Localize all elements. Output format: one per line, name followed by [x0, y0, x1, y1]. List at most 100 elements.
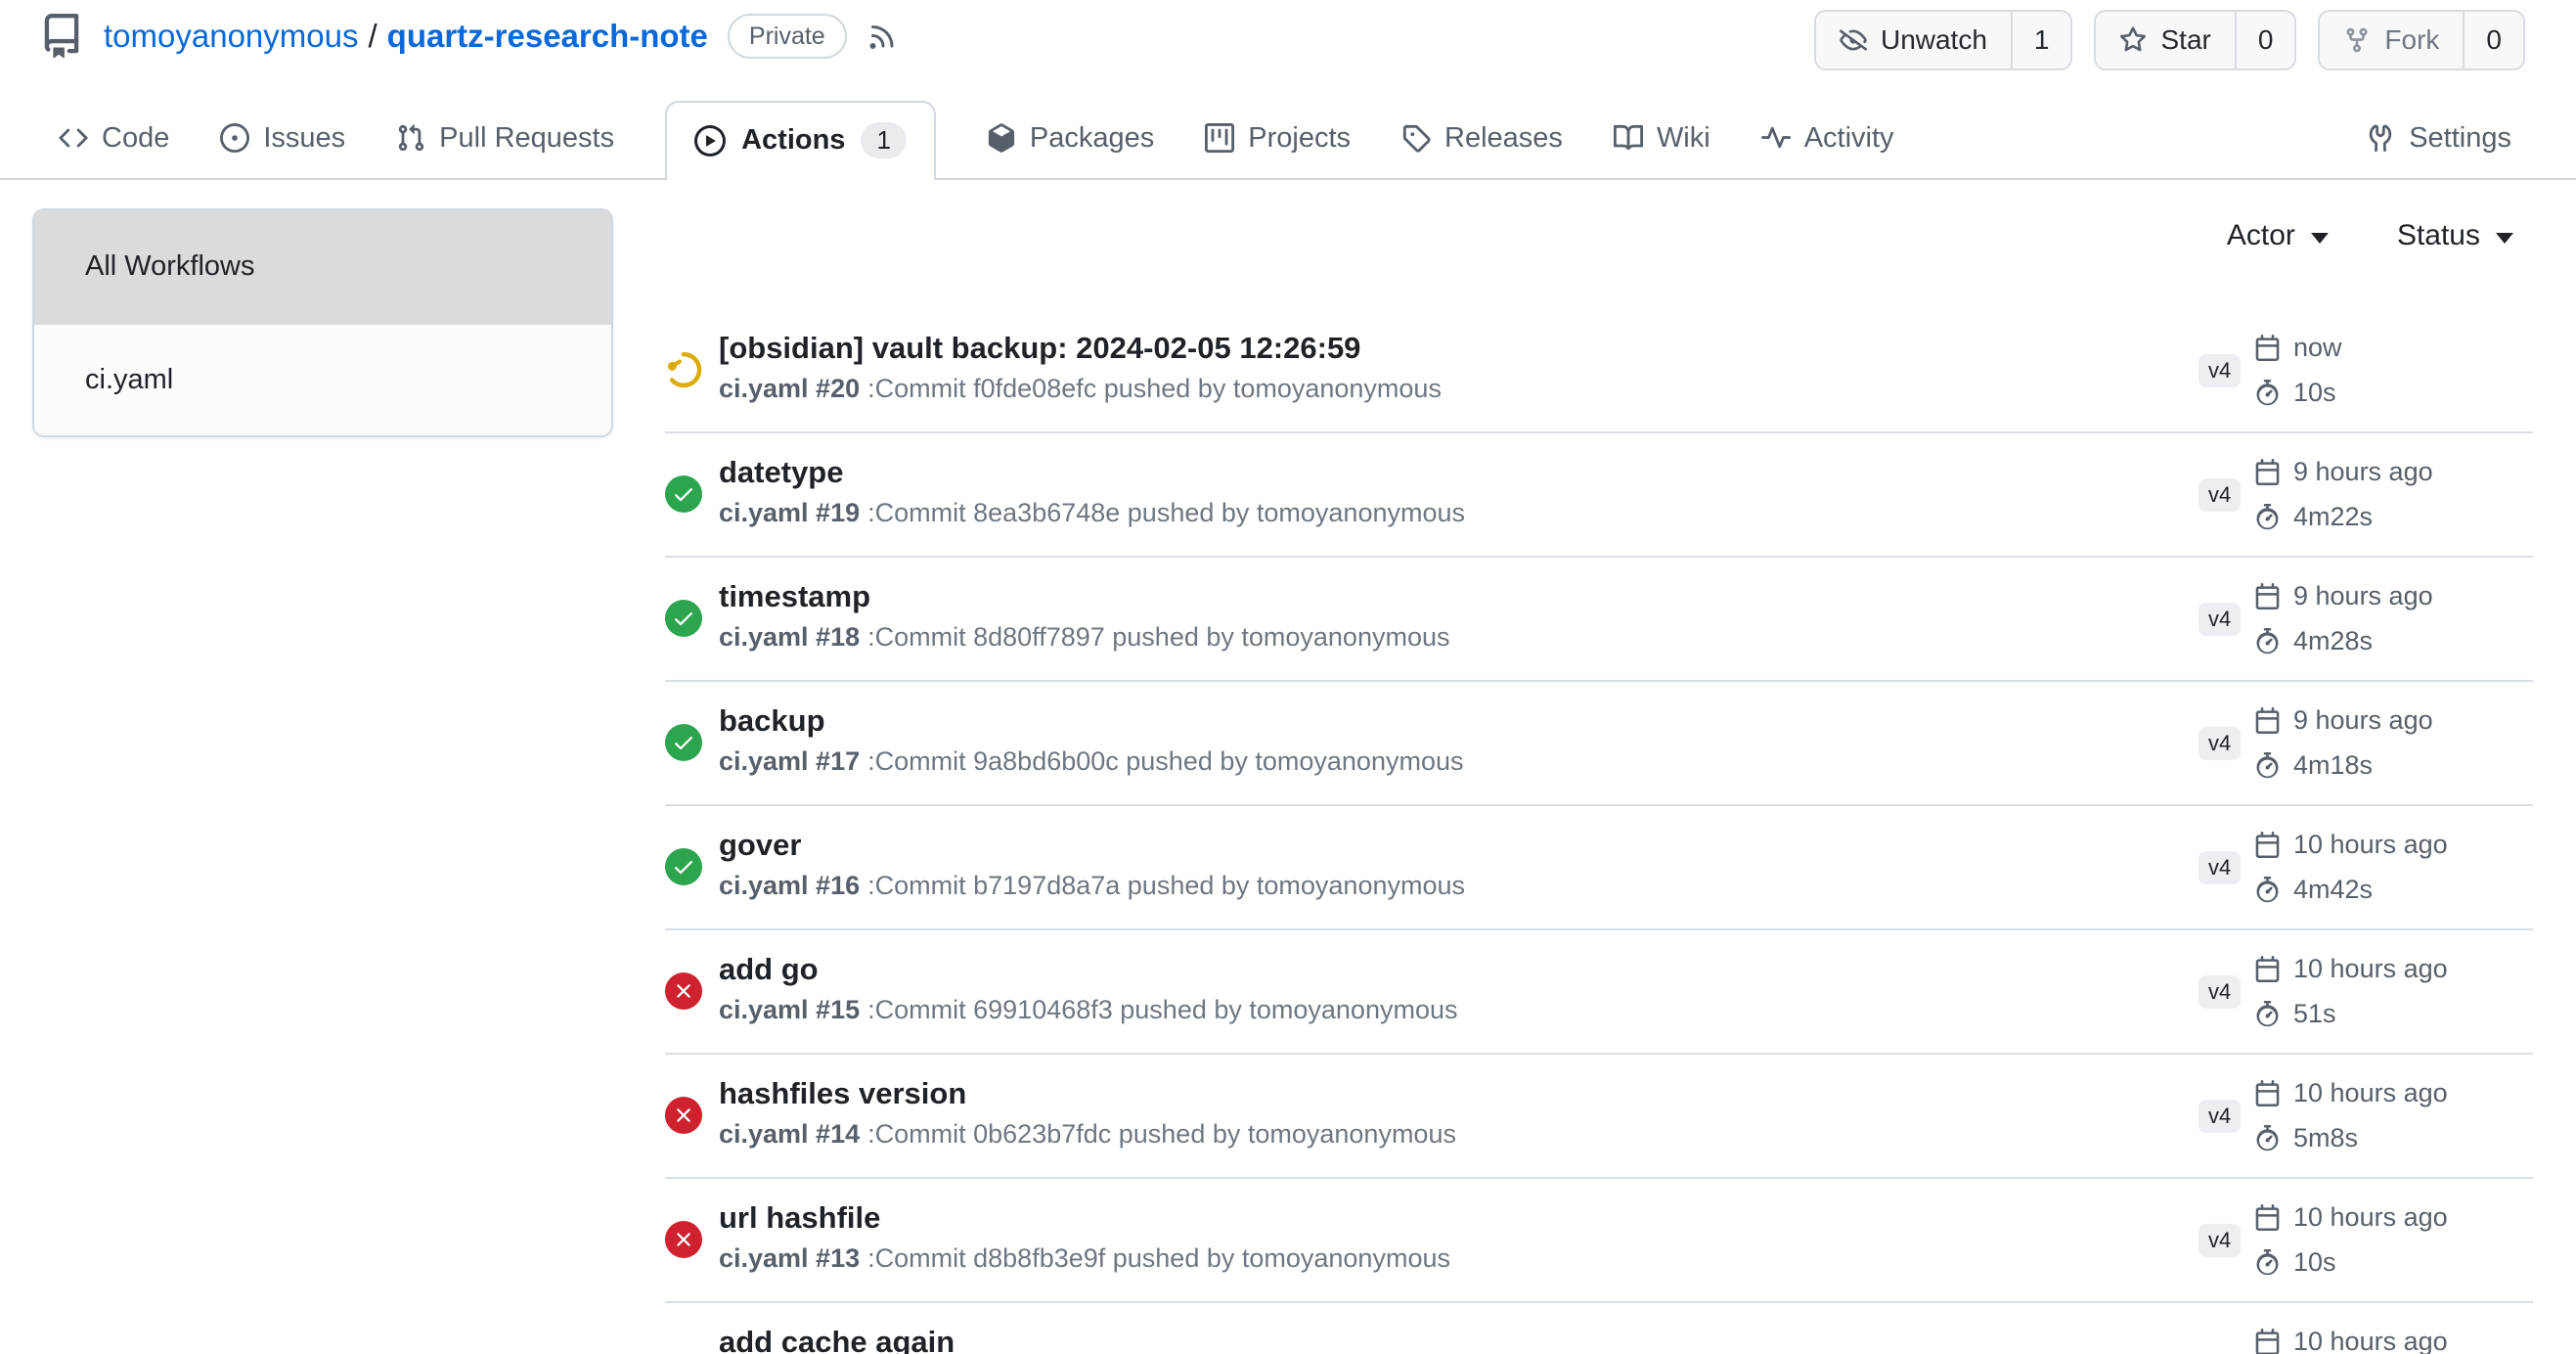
watchers-count[interactable]: 1 — [2013, 12, 2071, 68]
tab-actions-active[interactable]: Actions 1 — [665, 101, 936, 180]
run-duration: 4m28s — [2254, 621, 2373, 660]
rss-feed-icon[interactable] — [866, 21, 898, 52]
run-duration: 10s — [2254, 373, 2336, 412]
run-commit-text: :Commit 8ea3b6748e pushed by tomoyanonym… — [867, 498, 1465, 527]
fork-icon — [2343, 26, 2371, 54]
run-workflow-link[interactable]: ci.yaml #16 — [719, 871, 860, 900]
calendar-icon — [2254, 583, 2281, 609]
tab-issues[interactable]: Issues — [220, 122, 345, 155]
repo-header: tomoyanonymous / quartz-research-note Pr… — [39, 14, 898, 59]
run-title-link[interactable]: timestamp — [719, 577, 870, 616]
status-success-icon — [665, 724, 702, 761]
workflows-sidebar: All Workflows ci.yaml — [32, 208, 613, 437]
run-title-link[interactable]: url hashfile — [719, 1198, 880, 1238]
issue-opened-icon — [220, 123, 249, 153]
run-title-link[interactable]: [obsidian] vault backup: 2024-02-05 12:2… — [719, 329, 1360, 368]
star-label: Star — [2160, 24, 2210, 56]
run-subtitle: ci.yaml #17:Commit 9a8bd6b00c pushed by … — [719, 743, 1463, 780]
workflow-run-row: hashfiles version ci.yaml #14:Commit 0b6… — [665, 1055, 2533, 1179]
run-commit-text: :Commit d8b8fb3e9f pushed by tomoyanonym… — [867, 1243, 1450, 1273]
status-in-progress-icon — [665, 351, 702, 388]
breadcrumb-separator: / — [368, 18, 377, 55]
status-success-icon — [672, 482, 695, 506]
status-failure-icon — [672, 979, 695, 1003]
run-title-link[interactable]: add cache again — [719, 1323, 955, 1354]
tab-pull-requests[interactable]: Pull Requests — [396, 122, 614, 155]
status-in-progress-icon — [665, 351, 702, 388]
run-workflow-link[interactable]: ci.yaml #17 — [719, 746, 860, 776]
run-start-time: 9 hours ago — [2254, 452, 2433, 491]
tab-projects[interactable]: Projects — [1205, 122, 1351, 155]
run-title-link[interactable]: datetype — [719, 453, 843, 492]
sidebar-item-all-workflows[interactable]: All Workflows — [34, 210, 611, 323]
run-subtitle: ci.yaml #18:Commit 8d80ff7897 pushed by … — [719, 618, 1449, 655]
run-title-link[interactable]: hashfiles version — [719, 1074, 966, 1113]
repo-nav-tabs: Code Issues Pull Requests Actions 1 Pack… — [0, 98, 2576, 180]
run-workflow-link[interactable]: ci.yaml #18 — [719, 622, 860, 652]
watch-button-group: Unwatch 1 — [1814, 10, 2073, 70]
fork-button-group: Fork 0 — [2318, 10, 2525, 70]
tab-activity[interactable]: Activity — [1761, 122, 1894, 155]
run-start-time: 9 hours ago — [2254, 700, 2433, 740]
run-subtitle: ci.yaml #16:Commit b7197d8a7a pushed by … — [719, 867, 1465, 904]
run-workflow-link[interactable]: ci.yaml #15 — [719, 995, 860, 1024]
unwatch-button[interactable]: Unwatch — [1816, 12, 2013, 68]
run-commit-text: :Commit 69910468f3 pushed by tomoyanonym… — [867, 995, 1457, 1024]
calendar-icon — [2254, 1329, 2281, 1354]
book-icon — [1614, 123, 1643, 153]
wrench-icon — [2366, 123, 2395, 153]
status-success-icon — [665, 600, 702, 637]
stars-count[interactable]: 0 — [2237, 12, 2295, 68]
workflow-run-row: timestamp ci.yaml #18:Commit 8d80ff7897 … — [665, 558, 2533, 682]
runner-version-badge: v4 — [2198, 727, 2241, 760]
calendar-icon — [2254, 832, 2281, 858]
tab-packages[interactable]: Packages — [987, 122, 1154, 155]
repo-name-link[interactable]: quartz-research-note — [387, 18, 708, 55]
tag-icon — [1401, 123, 1431, 153]
run-subtitle: ci.yaml #20:Commit f0fde08efc pushed by … — [719, 370, 1442, 407]
repo-actions: Unwatch 1 Star 0 Fork 0 — [1814, 10, 2525, 70]
calendar-icon — [2254, 956, 2281, 982]
repo-owner-link[interactable]: tomoyanonymous — [104, 18, 358, 55]
workflow-run-row: url hashfile ci.yaml #13:Commit d8b8fb3e… — [665, 1179, 2533, 1303]
project-board-icon — [1205, 123, 1234, 153]
status-failure-icon — [672, 1104, 695, 1127]
run-start-time: 10 hours ago — [2254, 825, 2448, 864]
run-workflow-link[interactable]: ci.yaml #19 — [719, 498, 860, 527]
tab-releases[interactable]: Releases — [1401, 122, 1563, 155]
star-button-group: Star 0 — [2094, 10, 2296, 70]
workflow-run-row: add cache again 10 hours ago — [665, 1303, 2533, 1354]
actions-count-badge: 1 — [861, 122, 906, 158]
star-button[interactable]: Star — [2096, 12, 2236, 68]
sidebar-item-ci-yaml[interactable]: ci.yaml — [34, 323, 611, 435]
run-title-link[interactable]: backup — [719, 701, 825, 741]
tab-code[interactable]: Code — [59, 122, 169, 155]
runner-version-badge: v4 — [2198, 603, 2241, 636]
status-success-icon — [665, 848, 702, 885]
status-failure-icon — [665, 1221, 702, 1258]
run-duration: 5m8s — [2254, 1118, 2358, 1157]
run-title-link[interactable]: gover — [719, 826, 801, 865]
calendar-icon — [2254, 335, 2281, 361]
workflow-run-row: backup ci.yaml #17:Commit 9a8bd6b00c pus… — [665, 682, 2533, 806]
forks-count[interactable]: 0 — [2465, 12, 2523, 68]
run-workflow-link[interactable]: ci.yaml #14 — [719, 1119, 860, 1149]
actor-filter-dropdown[interactable]: Actor — [2227, 219, 2329, 252]
run-subtitle: ci.yaml #14:Commit 0b623b7fdc pushed by … — [719, 1115, 1456, 1152]
run-subtitle: ci.yaml #15:Commit 69910468f3 pushed by … — [719, 991, 1458, 1028]
status-filter-dropdown[interactable]: Status — [2397, 219, 2513, 252]
run-workflow-link[interactable]: ci.yaml #13 — [719, 1243, 860, 1273]
run-commit-text: :Commit f0fde08efc pushed by tomoyanonym… — [867, 374, 1442, 403]
run-title-link[interactable]: add go — [719, 950, 819, 989]
repo-book-icon — [39, 14, 84, 59]
tab-wiki[interactable]: Wiki — [1614, 122, 1710, 155]
run-workflow-link[interactable]: ci.yaml #20 — [719, 374, 860, 403]
package-icon — [987, 123, 1016, 153]
fork-button[interactable]: Fork — [2320, 12, 2465, 68]
tab-settings[interactable]: Settings — [2366, 122, 2511, 155]
runner-version-badge: v4 — [2198, 1100, 2241, 1133]
stopwatch-icon — [2254, 752, 2281, 779]
stopwatch-icon — [2254, 504, 2281, 530]
calendar-icon — [2254, 459, 2281, 485]
status-success-icon — [672, 731, 695, 754]
